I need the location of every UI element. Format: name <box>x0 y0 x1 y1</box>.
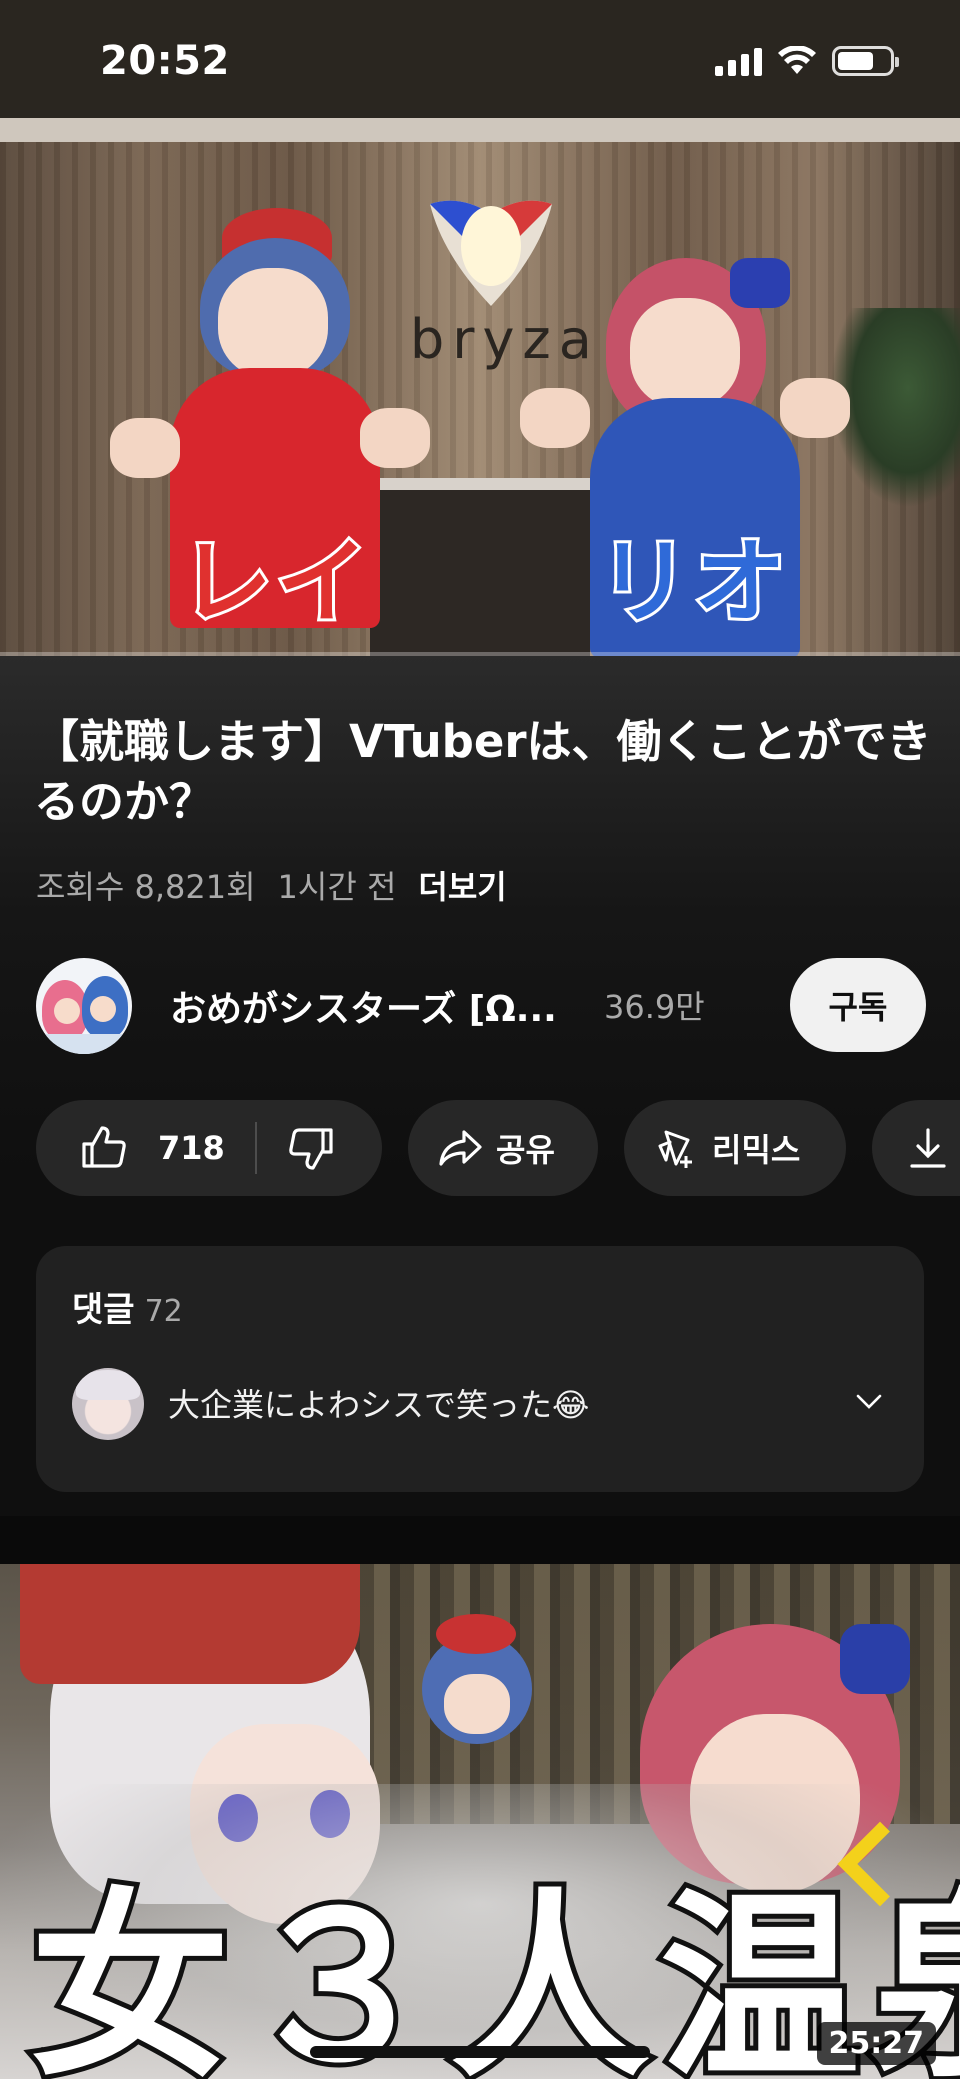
status-bar: 20:52 <box>0 0 960 118</box>
download-icon <box>910 1128 946 1168</box>
channel-avatar[interactable] <box>36 958 132 1054</box>
share-label: 공유 <box>496 1131 555 1169</box>
signal-icon <box>715 46 762 76</box>
battery-icon <box>832 46 899 76</box>
share-icon <box>439 1130 482 1166</box>
subscribe-button[interactable]: 구독 <box>790 958 926 1052</box>
comments-title: 댓글 <box>72 1290 135 1330</box>
like-dislike-pill: 718 <box>36 1100 382 1196</box>
next-video-thumbnail[interactable]: 女３人温泉 25:27 <box>0 1564 960 2079</box>
upload-time: 1시간 전 <box>277 868 397 906</box>
view-count: 조회수 8,821회 <box>36 868 256 906</box>
chevron-down-icon[interactable] <box>854 1386 884 1416</box>
subscriber-count: 36.9만 <box>604 988 705 1026</box>
commenter-avatar <box>72 1368 144 1440</box>
comments-card[interactable]: 댓글 72 大企業によわシスで笑った😂 <box>36 1246 924 1492</box>
video-player[interactable]: bryza レイ リオ <box>0 118 960 656</box>
comments-header: 댓글 72 <box>72 1282 183 1331</box>
thumbs-up-icon[interactable] <box>80 1124 128 1172</box>
video-details: 【就職します】VTuberは、働くことができるのか？ 조회수 8,821회 1시… <box>0 656 960 1516</box>
top-comment: 大企業によわシスで笑った😂 <box>168 1386 590 1424</box>
download-button[interactable] <box>872 1100 960 1196</box>
more-link[interactable]: 더보기 <box>418 862 506 908</box>
remix-label: 리믹스 <box>712 1131 801 1169</box>
channel-row: おめがシスターズ [Ω... 36.9만 구독 <box>36 958 936 1058</box>
name-tag-rei: レイ <box>177 526 373 639</box>
name-tag-rio: リオ <box>595 526 791 639</box>
video-title[interactable]: 【就職します】VTuberは、働くことができるのか？ <box>34 712 934 832</box>
thumbnail-character-rei <box>412 1614 542 1764</box>
comments-count: 72 <box>144 1294 183 1329</box>
section-divider <box>0 1516 960 1564</box>
thumbs-down-icon[interactable] <box>287 1124 335 1172</box>
action-bar: 718 공유 리믹스 <box>36 1100 960 1196</box>
remix-button[interactable]: 리믹스 <box>624 1100 846 1196</box>
status-icons <box>715 46 899 76</box>
status-time: 20:52 <box>100 38 230 84</box>
like-count[interactable]: 718 <box>158 1129 225 1167</box>
wifi-icon <box>778 46 816 74</box>
video-meta[interactable]: 조회수 8,821회 1시간 전 더보기 <box>36 862 507 908</box>
share-button[interactable]: 공유 <box>408 1100 598 1196</box>
video-duration: 25:27 <box>816 2022 936 2065</box>
home-indicator[interactable] <box>310 2046 650 2058</box>
channel-name[interactable]: おめがシスターズ [Ω... <box>170 980 570 1032</box>
remix-icon <box>658 1130 692 1168</box>
like-divider <box>254 1122 257 1174</box>
